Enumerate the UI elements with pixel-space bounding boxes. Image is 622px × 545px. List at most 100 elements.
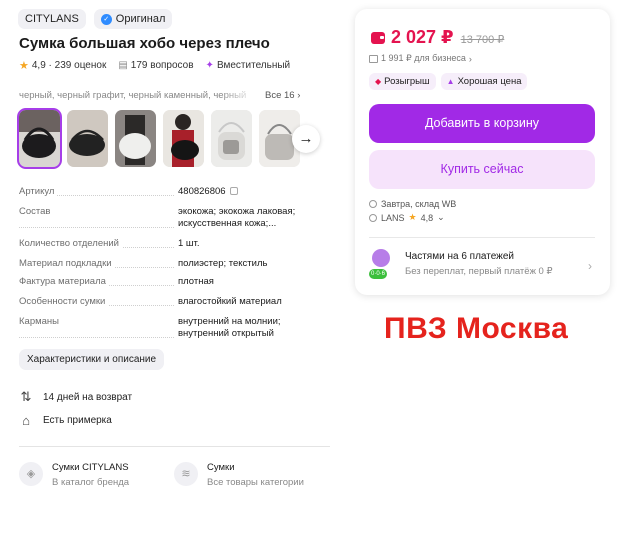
delivery-label: Завтра, склад WB — [381, 199, 457, 209]
spec-key: Материал подкладки — [19, 258, 115, 269]
spec-value: внутренний на молнии; внутренний открыты… — [178, 316, 281, 339]
fitting-label: Есть примерка — [43, 415, 112, 426]
color-options: черный, черный графит, черный каменный, … — [19, 90, 331, 101]
rating-value[interactable]: 4,9 — [32, 60, 46, 71]
spec-key: Артикул — [19, 186, 58, 197]
thumbs-up-icon: ▲ — [446, 77, 455, 86]
questions-icon: ▤ — [118, 60, 128, 71]
installments-title: Частями на 6 платежей — [405, 251, 515, 262]
thumb-bag-white-model[interactable] — [115, 110, 156, 167]
business-price[interactable]: 1 991 ₽ для бизнеса › — [369, 53, 472, 64]
reviews-count[interactable]: 239 оценок — [55, 60, 107, 71]
spec-value: полиэстер; текстиль — [178, 258, 268, 269]
seller-info[interactable]: LANS ★ 4,8 ⌄ — [369, 212, 456, 223]
brand-link-sub: В каталог бренда — [52, 477, 130, 488]
star-icon: ★ — [408, 212, 417, 222]
spec-key: Особенности сумки — [19, 296, 109, 307]
price-card: 2 027 ₽ 13 700 ₽ 1 991 ₽ для бизнеса › ◆… — [355, 9, 610, 295]
thumb-bag-white-clear[interactable] — [211, 110, 252, 167]
chevron-down-icon: ⌄ — [437, 212, 445, 222]
gallery-next-arrow-icon[interactable]: → — [292, 125, 320, 153]
chevron-right-icon: › — [468, 53, 472, 64]
tag-good-price-label: Хорошая цена — [457, 76, 522, 87]
brand-badge[interactable]: CITYLANS — [18, 9, 86, 29]
spec-row-features: Особенности сумки влагостойкий материал — [19, 296, 339, 308]
characteristics-button[interactable]: Характеристики и описание — [19, 349, 165, 370]
spec-value: экокожа; экокожа лаковая; искусственная … — [178, 206, 296, 229]
tag-good-price[interactable]: ▲ Хорошая цена — [440, 73, 528, 90]
gallery-thumbnails — [17, 108, 300, 169]
questions-count[interactable]: 179 вопросов — [131, 60, 194, 71]
spec-key: Фактура материала — [19, 276, 109, 287]
promo-tags: ◆ Розыгрыш ▲ Хорошая цена — [369, 73, 528, 90]
brand-link-title: Сумки CITYLANS — [52, 462, 129, 473]
layers-icon: ≋ — [174, 462, 198, 486]
clock-icon — [369, 200, 377, 208]
diamond-icon: ◆ — [375, 77, 382, 86]
installments-sub: Без переплат, первый платёж 0 ₽ — [405, 266, 553, 277]
thumb-bag-black-front[interactable] — [17, 108, 62, 169]
original-badge[interactable]: ✓ Оригинал — [93, 9, 173, 29]
briefcase-icon — [369, 54, 378, 63]
all-colors-link[interactable]: Все 16 › — [265, 90, 300, 101]
spec-row-composition: Состав экокожа; экокожа лаковая; искусст… — [19, 206, 339, 230]
hanger-icon: ⌂ — [22, 413, 30, 428]
product-title: Сумка большая хобо через плечо — [19, 35, 270, 52]
tag-lottery-label: Розыгрыш — [384, 76, 430, 87]
product-stats: ★ 4,9 · 239 оценок ▤ 179 вопросов ✦ Вмес… — [19, 59, 290, 72]
verified-icon: ✓ — [100, 13, 112, 25]
article-value: 480826806 — [178, 186, 226, 197]
tag-icon: ◈ — [19, 462, 43, 486]
spec-row-article: Артикул 480826806 — [19, 186, 339, 198]
category-link[interactable]: ≋ Сумки Все товары категории — [174, 462, 304, 488]
spec-row-texture: Фактура материала плотная — [19, 276, 339, 288]
sparkle-icon: ✦ — [205, 60, 214, 71]
add-to-cart-button[interactable]: Добавить в корзину — [369, 104, 595, 143]
spec-value: плотная — [178, 276, 214, 287]
installments-offer[interactable]: 0·0·6 Частями на 6 платежей Без переплат… — [369, 249, 592, 279]
pickup-point-overlay: ПВЗ Москва — [384, 312, 569, 345]
return-policy[interactable]: ⇅ 14 дней на возврат — [19, 389, 133, 405]
color-list: черный, черный графит, черный каменный, … — [19, 90, 247, 101]
return-label: 14 дней на возврат — [43, 391, 133, 403]
brand-catalog-link[interactable]: ◈ Сумки CITYLANS В каталог бренда — [19, 462, 129, 488]
spec-row-pockets: Карманы внутренний на молнии; внутренний… — [19, 316, 339, 340]
price-row: 2 027 ₽ 13 700 ₽ — [371, 27, 504, 48]
star-icon: ★ — [19, 60, 29, 72]
category-link-sub: Все товары категории — [207, 477, 304, 488]
all-colors-label: Все 16 — [265, 90, 295, 101]
spec-value: 1 шт. — [178, 238, 200, 249]
tag-lottery[interactable]: ◆ Розыгрыш — [369, 73, 436, 90]
installments-icon: 0·0·6 — [369, 249, 395, 279]
thumb-bag-black-side[interactable] — [67, 110, 108, 167]
spec-row-lining: Материал подкладки полиэстер; текстиль — [19, 258, 339, 270]
thumb-bag-black-model[interactable] — [163, 110, 204, 167]
specs-table: Артикул 480826806 Состав экокожа; экокож… — [19, 186, 339, 348]
category-link-title: Сумки — [207, 462, 235, 473]
seller-name: LANS — [381, 212, 405, 223]
business-price-label: 1 991 ₽ для бизнеса — [381, 53, 466, 63]
original-label: Оригинал — [115, 13, 166, 25]
fitting-option[interactable]: ⌂ Есть примерка — [19, 413, 112, 428]
spec-key: Состав — [19, 206, 54, 217]
shop-icon — [369, 213, 377, 222]
spec-value: влагостойкий материал — [178, 296, 282, 307]
section-divider — [19, 446, 330, 447]
delivery-info: Завтра, склад WB LANS ★ 4,8 ⌄ — [369, 199, 456, 226]
buy-now-button[interactable]: Купить сейчас — [369, 150, 595, 189]
spec-key: Количество отделений — [19, 238, 122, 249]
wallet-icon — [371, 31, 385, 44]
old-price: 13 700 ₽ — [460, 34, 505, 46]
feature-label: Вместительный — [216, 60, 291, 71]
brand-badges: CITYLANS ✓ Оригинал — [18, 9, 173, 29]
spec-row-compartments: Количество отделений 1 шт. — [19, 238, 339, 250]
dot-separator: · — [45, 60, 55, 71]
copy-icon[interactable] — [229, 187, 238, 195]
card-divider — [369, 237, 595, 238]
chevron-right-icon: › — [588, 259, 592, 273]
brand-name: CITYLANS — [25, 13, 79, 25]
current-price: 2 027 ₽ — [391, 27, 454, 47]
spec-key: Карманы — [19, 316, 62, 327]
installments-badge: 0·0·6 — [369, 269, 388, 279]
return-arrows-icon: ⇅ — [20, 389, 32, 404]
